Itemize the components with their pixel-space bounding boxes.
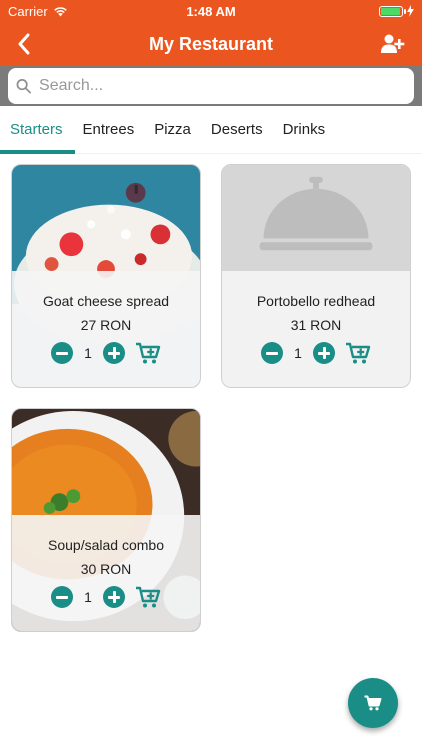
- carrier-label: Carrier: [8, 3, 48, 19]
- search-icon: [16, 79, 31, 94]
- price-currency: RON: [100, 561, 132, 577]
- chevron-left-icon: [18, 33, 30, 55]
- tab-entrees[interactable]: Entrees: [73, 106, 145, 154]
- increase-quantity-button[interactable]: [313, 342, 335, 364]
- menu-item-card[interactable]: Portobello redhead 31 RON 1: [221, 164, 411, 388]
- item-price: 27 RON: [12, 317, 200, 333]
- decrease-quantity-button[interactable]: [261, 342, 283, 364]
- quantity-value: 1: [294, 345, 302, 361]
- increase-quantity-button[interactable]: [103, 586, 125, 608]
- search-box: [8, 68, 414, 104]
- decrease-quantity-button[interactable]: [51, 586, 73, 608]
- price-value: 30: [80, 561, 97, 577]
- header: Carrier 1:48 AM My Restaurant: [0, 0, 422, 66]
- item-name: Goat cheese spread: [42, 293, 170, 309]
- app-screen: Carrier 1:48 AM My Restaurant Search... …: [0, 0, 422, 750]
- price-currency: RON: [100, 317, 132, 333]
- item-name: Portobello redhead: [256, 293, 376, 309]
- add-user-icon: [381, 34, 405, 53]
- quantity-controls: 1: [12, 585, 200, 609]
- tab-drinks[interactable]: Drinks: [273, 106, 336, 154]
- shopping-cart-icon: [364, 695, 382, 711]
- price-value: 31: [290, 317, 307, 333]
- tab-starters[interactable]: Starters: [0, 106, 75, 154]
- minus-icon: [56, 595, 68, 599]
- quantity-controls: 1: [12, 341, 200, 365]
- plus-icon-vertical: [112, 591, 116, 603]
- plus-icon-vertical: [322, 347, 326, 359]
- status-left: Carrier: [8, 4, 68, 19]
- menu-item-card[interactable]: Goat cheese spread 27 RON 1: [11, 164, 201, 388]
- charging-icon: [407, 5, 414, 17]
- price-value: 27: [80, 317, 97, 333]
- tab-deserts[interactable]: Deserts: [201, 106, 273, 154]
- add-to-cart-icon[interactable]: [135, 341, 161, 365]
- nav-bar: My Restaurant: [0, 22, 422, 66]
- item-info-panel: Soup/salad combo 30 RON 1: [12, 515, 200, 631]
- battery-level: [381, 7, 400, 15]
- quantity-value: 1: [84, 589, 92, 605]
- category-tabs: Starters Entrees Pizza Deserts Drinks: [0, 106, 422, 154]
- minus-icon: [56, 351, 68, 355]
- increase-quantity-button[interactable]: [103, 342, 125, 364]
- cart-fab-button[interactable]: [348, 678, 398, 728]
- plus-icon-vertical: [112, 347, 116, 359]
- status-bar: Carrier 1:48 AM: [0, 0, 422, 22]
- tab-pizza[interactable]: Pizza: [144, 106, 201, 154]
- back-button[interactable]: [10, 30, 38, 58]
- add-user-button[interactable]: [378, 30, 408, 58]
- item-price: 30 RON: [12, 561, 200, 577]
- item-name: Soup/salad combo: [48, 537, 164, 553]
- search-bar: [0, 66, 422, 106]
- decrease-quantity-button[interactable]: [51, 342, 73, 364]
- page-title: My Restaurant: [148, 33, 274, 54]
- wifi-icon: [53, 6, 67, 16]
- price-currency: RON: [310, 317, 342, 333]
- battery-icon: [379, 5, 406, 17]
- minus-icon: [266, 351, 278, 355]
- quantity-value: 1: [84, 345, 92, 361]
- item-info-panel: Goat cheese spread 27 RON 1: [12, 271, 200, 387]
- item-info-panel: Portobello redhead 31 RON 1: [222, 271, 410, 387]
- item-price: 31 RON: [222, 317, 410, 333]
- add-to-cart-icon[interactable]: [135, 585, 161, 609]
- quantity-controls: 1: [222, 341, 410, 365]
- menu-item-card[interactable]: Soup/salad combo 30 RON 1: [11, 408, 201, 632]
- add-to-cart-icon[interactable]: [345, 341, 371, 365]
- search-input[interactable]: [39, 77, 406, 95]
- status-right: [379, 5, 414, 17]
